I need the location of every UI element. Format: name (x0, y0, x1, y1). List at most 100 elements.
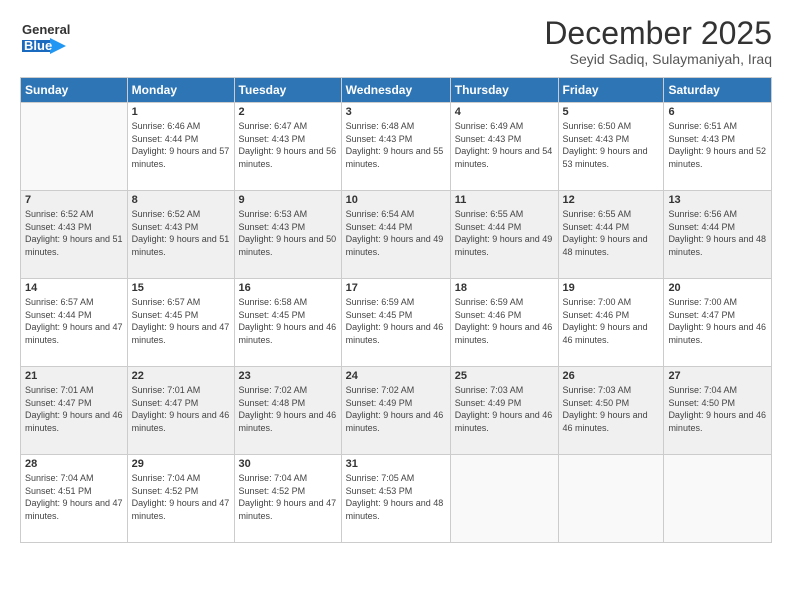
day-info: Sunrise: 7:03 AMSunset: 4:50 PMDaylight:… (563, 384, 660, 434)
day-info: Sunrise: 6:47 AMSunset: 4:43 PMDaylight:… (239, 120, 337, 170)
logo-arrow (50, 38, 66, 54)
day-info: Sunrise: 6:51 AMSunset: 4:43 PMDaylight:… (668, 120, 767, 170)
day-number: 14 (25, 282, 123, 294)
calendar-cell: 24Sunrise: 7:02 AMSunset: 4:49 PMDayligh… (341, 367, 450, 455)
day-number: 4 (455, 106, 554, 118)
calendar-cell: 17Sunrise: 6:59 AMSunset: 4:45 PMDayligh… (341, 279, 450, 367)
day-info: Sunrise: 6:55 AMSunset: 4:44 PMDaylight:… (563, 208, 660, 258)
weekday-header-row: SundayMondayTuesdayWednesdayThursdayFrid… (21, 78, 772, 103)
calendar-cell: 25 Sunrise: 7:03 AMSunset: 4:49 PMDayligh… (450, 367, 558, 455)
day-info: Sunrise: 7:01 AMSunset: 4:47 PMDaylight:… (132, 384, 230, 434)
calendar-cell: 6 Sunrise: 6:51 AMSunset: 4:43 PMDaylight… (664, 103, 772, 191)
calendar-cell: 10 Sunrise: 6:54 AMSunset: 4:44 PMDayligh… (341, 191, 450, 279)
calendar-cell: 27Sunrise: 7:04 AMSunset: 4:50 PMDayligh… (664, 367, 772, 455)
day-number: 8 (132, 194, 230, 206)
logo: General Blue (20, 16, 100, 60)
day-info: Sunrise: 6:52 AMSunset: 4:43 PMDaylight:… (132, 208, 230, 258)
logo-blue-text: Blue (24, 38, 52, 53)
header: General Blue December 2025 Seyid Sadiq, … (20, 16, 772, 67)
day-info: Sunrise: 7:05 AMSunset: 4:53 PMDaylight:… (346, 472, 446, 522)
day-number: 26 (563, 370, 660, 382)
day-number: 30 (239, 458, 337, 470)
day-number: 19 (563, 282, 660, 294)
calendar-cell: 13 Sunrise: 6:56 AMSunset: 4:44 PMDayligh… (664, 191, 772, 279)
month-title: December 2025 (544, 16, 772, 51)
day-info: Sunrise: 6:53 AMSunset: 4:43 PMDaylight:… (239, 208, 337, 258)
day-number: 2 (239, 106, 337, 118)
day-info: Sunrise: 6:59 AMSunset: 4:46 PMDaylight:… (455, 296, 554, 346)
weekday-header-monday: Monday (127, 78, 234, 103)
day-number: 21 (25, 370, 123, 382)
day-info: Sunrise: 6:58 AMSunset: 4:45 PMDaylight:… (239, 296, 337, 346)
calendar-cell: 3 Sunrise: 6:48 AMSunset: 4:43 PMDaylight… (341, 103, 450, 191)
calendar-cell: 29 Sunrise: 7:04 AMSunset: 4:52 PMDayligh… (127, 455, 234, 543)
day-number: 17 (346, 282, 446, 294)
day-number: 31 (346, 458, 446, 470)
day-info: Sunrise: 7:00 AMSunset: 4:46 PMDaylight:… (563, 296, 660, 346)
day-info: Sunrise: 6:46 AMSunset: 4:44 PMDaylight:… (132, 120, 230, 170)
day-info: Sunrise: 6:57 AMSunset: 4:44 PMDaylight:… (25, 296, 123, 346)
day-info: Sunrise: 7:04 AMSunset: 4:50 PMDaylight:… (668, 384, 767, 434)
calendar-cell: 4 Sunrise: 6:49 AMSunset: 4:43 PMDaylight… (450, 103, 558, 191)
page: General Blue December 2025 Seyid Sadiq, … (0, 0, 792, 612)
day-info: Sunrise: 7:04 AMSunset: 4:52 PMDaylight:… (132, 472, 230, 522)
day-info: Sunrise: 6:54 AMSunset: 4:44 PMDaylight:… (346, 208, 446, 258)
day-info: Sunrise: 6:56 AMSunset: 4:44 PMDaylight:… (668, 208, 767, 258)
weekday-header-tuesday: Tuesday (234, 78, 341, 103)
day-number: 25 (455, 370, 554, 382)
calendar-week-row: 14 Sunrise: 6:57 AMSunset: 4:44 PMDayligh… (21, 279, 772, 367)
day-number: 22 (132, 370, 230, 382)
calendar-cell: 26 Sunrise: 7:03 AMSunset: 4:50 PMDayligh… (558, 367, 664, 455)
calendar-table: SundayMondayTuesdayWednesdayThursdayFrid… (20, 77, 772, 543)
day-number: 24 (346, 370, 446, 382)
weekday-header-wednesday: Wednesday (341, 78, 450, 103)
calendar-cell: 1 Sunrise: 6:46 AMSunset: 4:44 PMDaylight… (127, 103, 234, 191)
day-number: 7 (25, 194, 123, 206)
calendar-cell (558, 455, 664, 543)
day-info: Sunrise: 7:00 AMSunset: 4:47 PMDaylight:… (668, 296, 767, 346)
day-number: 11 (455, 194, 554, 206)
day-number: 6 (668, 106, 767, 118)
calendar-cell: 2 Sunrise: 6:47 AMSunset: 4:43 PMDaylight… (234, 103, 341, 191)
calendar-cell: 7 Sunrise: 6:52 AMSunset: 4:43 PMDaylight… (21, 191, 128, 279)
day-number: 1 (132, 106, 230, 118)
calendar-cell: 30 Sunrise: 7:04 AMSunset: 4:52 PMDayligh… (234, 455, 341, 543)
day-number: 28 (25, 458, 123, 470)
day-info: Sunrise: 7:01 AMSunset: 4:47 PMDaylight:… (25, 384, 123, 434)
day-number: 3 (346, 106, 446, 118)
day-info: Sunrise: 7:02 AMSunset: 4:48 PMDaylight:… (239, 384, 337, 434)
day-number: 29 (132, 458, 230, 470)
day-info: Sunrise: 6:55 AMSunset: 4:44 PMDaylight:… (455, 208, 554, 258)
calendar-cell (450, 455, 558, 543)
calendar-week-row: 1 Sunrise: 6:46 AMSunset: 4:44 PMDaylight… (21, 103, 772, 191)
calendar-cell: 16Sunrise: 6:58 AMSunset: 4:45 PMDayligh… (234, 279, 341, 367)
day-number: 12 (563, 194, 660, 206)
day-info: Sunrise: 7:03 AMSunset: 4:49 PMDaylight:… (455, 384, 554, 434)
calendar-cell: 22 Sunrise: 7:01 AMSunset: 4:47 PMDayligh… (127, 367, 234, 455)
calendar-week-row: 21 Sunrise: 7:01 AMSunset: 4:47 PMDayligh… (21, 367, 772, 455)
calendar-cell (21, 103, 128, 191)
day-info: Sunrise: 6:52 AMSunset: 4:43 PMDaylight:… (25, 208, 123, 258)
logo-svg: General Blue (20, 16, 100, 60)
weekday-header-sunday: Sunday (21, 78, 128, 103)
day-info: Sunrise: 6:49 AMSunset: 4:43 PMDaylight:… (455, 120, 554, 170)
calendar-cell: 15Sunrise: 6:57 AMSunset: 4:45 PMDayligh… (127, 279, 234, 367)
calendar-cell: 20Sunrise: 7:00 AMSunset: 4:47 PMDayligh… (664, 279, 772, 367)
day-number: 13 (668, 194, 767, 206)
calendar-cell: 18 Sunrise: 6:59 AMSunset: 4:46 PMDayligh… (450, 279, 558, 367)
calendar-cell: 14 Sunrise: 6:57 AMSunset: 4:44 PMDayligh… (21, 279, 128, 367)
day-info: Sunrise: 6:48 AMSunset: 4:43 PMDaylight:… (346, 120, 446, 170)
title-block: December 2025 Seyid Sadiq, Sulaymaniyah,… (544, 16, 772, 67)
day-info: Sunrise: 6:57 AMSunset: 4:45 PMDaylight:… (132, 296, 230, 346)
calendar-cell: 19 Sunrise: 7:00 AMSunset: 4:46 PMDayligh… (558, 279, 664, 367)
weekday-header-thursday: Thursday (450, 78, 558, 103)
weekday-header-saturday: Saturday (664, 78, 772, 103)
day-number: 10 (346, 194, 446, 206)
day-number: 18 (455, 282, 554, 294)
day-info: Sunrise: 7:04 AMSunset: 4:51 PMDaylight:… (25, 472, 123, 522)
calendar-cell: 12 Sunrise: 6:55 AMSunset: 4:44 PMDayligh… (558, 191, 664, 279)
subtitle: Seyid Sadiq, Sulaymaniyah, Iraq (544, 51, 772, 67)
calendar-cell: 23Sunrise: 7:02 AMSunset: 4:48 PMDayligh… (234, 367, 341, 455)
weekday-header-friday: Friday (558, 78, 664, 103)
day-info: Sunrise: 7:04 AMSunset: 4:52 PMDaylight:… (239, 472, 337, 522)
